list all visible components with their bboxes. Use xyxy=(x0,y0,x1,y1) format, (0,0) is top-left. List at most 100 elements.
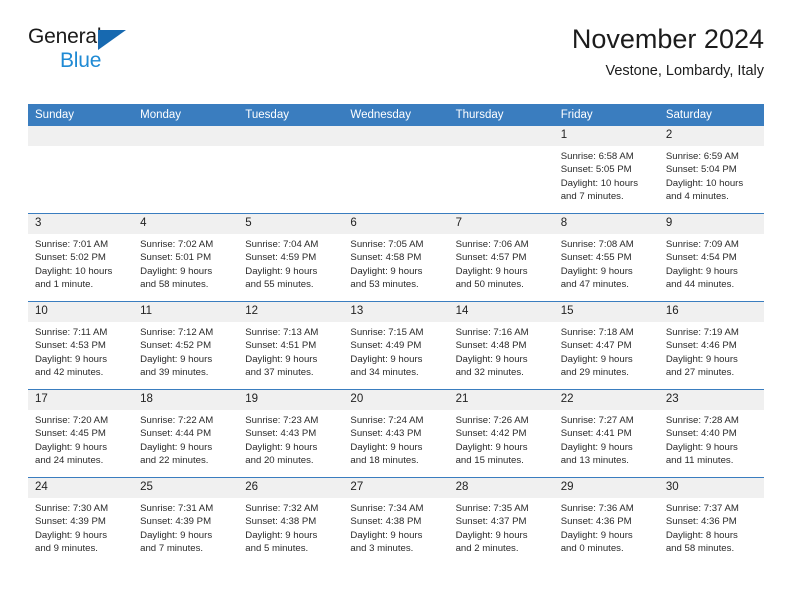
calendar-cell-inner: 7 Sunrise: 7:06 AM Sunset: 4:57 PM Daylight… xyxy=(448,214,554,301)
page-header: General Blue November 2024 Vestone, Lomb… xyxy=(28,24,764,98)
daylight-text-line1: Daylight: 9 hours xyxy=(35,353,107,365)
daylight-text-line2: and 37 minutes. xyxy=(245,367,314,379)
day-number: 27 xyxy=(343,478,449,498)
calendar-day-cell[interactable]: 19 Sunrise: 7:23 AM Sunset: 4:43 PM Dayligh… xyxy=(238,389,344,478)
daylight-text-line2: and 27 minutes. xyxy=(665,367,735,379)
weekday-header-sunday: Sunday xyxy=(28,104,134,126)
daylight-text-line2: and 42 minutes. xyxy=(35,367,104,379)
calendar-cell-inner: 5 Sunrise: 7:04 AM Sunset: 4:59 PM Daylight… xyxy=(238,214,344,301)
calendar-cell-inner: 18 Sunrise: 7:22 AM Sunset: 4:44 PM Dayligh… xyxy=(133,390,239,477)
calendar-day-cell[interactable]: 8 Sunrise: 7:08 AM Sunset: 4:55 PM Daylight… xyxy=(553,213,659,302)
day-details: Sunrise: 6:59 AM Sunset: 5:04 PM Daylight:… xyxy=(659,146,764,204)
day-number: 29 xyxy=(553,478,659,498)
sunset-text: Sunset: 4:47 PM xyxy=(560,340,632,352)
calendar-day-cell[interactable]: 2 Sunrise: 6:59 AM Sunset: 5:04 PM Daylight… xyxy=(658,126,764,214)
calendar-day-cell[interactable]: 24 Sunrise: 7:30 AM Sunset: 4:39 PM Dayligh… xyxy=(28,477,134,565)
calendar-day-cell[interactable]: 27 Sunrise: 7:34 AM Sunset: 4:38 PM Dayligh… xyxy=(343,477,449,565)
sunrise-text: Sunrise: 7:12 AM xyxy=(140,327,214,338)
calendar-day-cell[interactable]: 5 Sunrise: 7:04 AM Sunset: 4:59 PM Daylight… xyxy=(238,213,344,302)
daylight-text-line1: Daylight: 9 hours xyxy=(245,441,318,453)
daylight-text-line2: and 15 minutes. xyxy=(455,455,524,467)
sunset-text: Sunset: 4:44 PM xyxy=(140,428,212,440)
daylight-text-line2: and 50 minutes. xyxy=(455,279,524,291)
calendar-day-cell[interactable]: 14 Sunrise: 7:16 AM Sunset: 4:48 PM Dayligh… xyxy=(448,301,554,390)
calendar-day-cell[interactable]: 3 Sunrise: 7:01 AM Sunset: 5:02 PM Daylight… xyxy=(28,213,134,302)
sunset-text: Sunset: 4:42 PM xyxy=(455,428,527,440)
daylight-text-line1: Daylight: 9 hours xyxy=(140,441,213,453)
day-details: Sunrise: 7:27 AM Sunset: 4:41 PM Daylight:… xyxy=(554,410,659,468)
calendar-cell-inner: 13 Sunrise: 7:15 AM Sunset: 4:49 PM Dayligh… xyxy=(343,302,449,389)
calendar-cell-inner xyxy=(28,126,134,213)
day-details: Sunrise: 7:11 AM Sunset: 4:53 PM Daylight:… xyxy=(28,322,133,380)
calendar-cell-inner: 11 Sunrise: 7:12 AM Sunset: 4:52 PM Dayligh… xyxy=(133,302,239,389)
sunrise-text: Sunrise: 7:05 AM xyxy=(350,239,424,250)
day-number: 7 xyxy=(448,214,554,234)
day-details: Sunrise: 7:08 AM Sunset: 4:55 PM Daylight:… xyxy=(554,234,659,292)
daylight-text-line2: and 4 minutes. xyxy=(665,191,729,203)
sunrise-text: Sunrise: 7:37 AM xyxy=(665,503,739,514)
day-number: 22 xyxy=(553,390,659,410)
day-number: 8 xyxy=(553,214,659,234)
sunrise-text: Sunrise: 7:31 AM xyxy=(140,503,214,514)
calendar-day-cell[interactable]: 17 Sunrise: 7:20 AM Sunset: 4:45 PM Dayligh… xyxy=(28,389,134,478)
day-number: 13 xyxy=(343,302,449,322)
daylight-text-line1: Daylight: 9 hours xyxy=(560,441,633,453)
daylight-text-line2: and 11 minutes. xyxy=(665,455,734,467)
calendar-day-cell[interactable]: 29 Sunrise: 7:36 AM Sunset: 4:36 PM Dayligh… xyxy=(553,477,659,565)
day-number: 26 xyxy=(238,478,344,498)
day-details: Sunrise: 7:09 AM Sunset: 4:54 PM Daylight:… xyxy=(659,234,764,292)
daylight-text-line2: and 1 minute. xyxy=(35,279,94,291)
day-details: Sunrise: 6:58 AM Sunset: 5:05 PM Daylight:… xyxy=(554,146,659,204)
calendar-week-row: 3 Sunrise: 7:01 AM Sunset: 5:02 PM Daylight… xyxy=(28,213,764,302)
calendar-cell-inner: 28 Sunrise: 7:35 AM Sunset: 4:37 PM Dayligh… xyxy=(448,478,554,565)
sunrise-text: Sunrise: 7:34 AM xyxy=(350,503,424,514)
day-number: 24 xyxy=(28,478,134,498)
brand-logo[interactable]: General Blue xyxy=(28,26,288,72)
sunrise-text: Sunrise: 7:02 AM xyxy=(140,239,214,250)
sunset-text: Sunset: 5:05 PM xyxy=(560,164,632,176)
calendar-day-cell[interactable]: 20 Sunrise: 7:24 AM Sunset: 4:43 PM Dayligh… xyxy=(343,389,449,478)
calendar-day-cell[interactable]: 30 Sunrise: 7:37 AM Sunset: 4:36 PM Dayligh… xyxy=(658,477,764,565)
day-details: Sunrise: 7:05 AM Sunset: 4:58 PM Daylight:… xyxy=(343,234,448,292)
daylight-text-line2: and 7 minutes. xyxy=(560,191,624,203)
sunrise-text: Sunrise: 7:04 AM xyxy=(245,239,319,250)
calendar-day-cell[interactable]: 7 Sunrise: 7:06 AM Sunset: 4:57 PM Daylight… xyxy=(448,213,554,302)
calendar-day-cell[interactable]: 22 Sunrise: 7:27 AM Sunset: 4:41 PM Dayligh… xyxy=(553,389,659,478)
daylight-text-line1: Daylight: 9 hours xyxy=(140,353,213,365)
calendar-day-cell[interactable]: 26 Sunrise: 7:32 AM Sunset: 4:38 PM Dayligh… xyxy=(238,477,344,565)
calendar-cell-inner: 25 Sunrise: 7:31 AM Sunset: 4:39 PM Dayligh… xyxy=(133,478,239,565)
calendar-day-cell[interactable]: 23 Sunrise: 7:28 AM Sunset: 4:40 PM Dayligh… xyxy=(658,389,764,478)
sunset-text: Sunset: 4:41 PM xyxy=(560,428,632,440)
calendar-day-cell[interactable]: 12 Sunrise: 7:13 AM Sunset: 4:51 PM Dayligh… xyxy=(238,301,344,390)
day-number: 6 xyxy=(343,214,449,234)
calendar-day-cell[interactable]: 25 Sunrise: 7:31 AM Sunset: 4:39 PM Dayligh… xyxy=(133,477,239,565)
calendar-day-cell[interactable]: 10 Sunrise: 7:11 AM Sunset: 4:53 PM Dayligh… xyxy=(28,301,134,390)
daylight-text-line1: Daylight: 9 hours xyxy=(455,441,528,453)
calendar-day-cell[interactable]: 28 Sunrise: 7:35 AM Sunset: 4:37 PM Dayligh… xyxy=(448,477,554,565)
daylight-text-line2: and 2 minutes. xyxy=(455,543,519,555)
daylight-text-line1: Daylight: 9 hours xyxy=(140,529,213,541)
calendar-cell-empty xyxy=(343,126,449,214)
day-number: 30 xyxy=(658,478,764,498)
day-details: Sunrise: 7:35 AM Sunset: 4:37 PM Daylight:… xyxy=(449,498,554,556)
calendar-day-cell[interactable]: 6 Sunrise: 7:05 AM Sunset: 4:58 PM Daylight… xyxy=(343,213,449,302)
daylight-text-line1: Daylight: 9 hours xyxy=(560,529,633,541)
calendar-day-cell[interactable]: 1 Sunrise: 6:58 AM Sunset: 5:05 PM Daylight… xyxy=(553,126,659,214)
daylight-text-line2: and 18 minutes. xyxy=(350,455,419,467)
calendar-day-cell[interactable]: 16 Sunrise: 7:19 AM Sunset: 4:46 PM Dayligh… xyxy=(658,301,764,390)
calendar-day-cell[interactable]: 9 Sunrise: 7:09 AM Sunset: 4:54 PM Daylight… xyxy=(658,213,764,302)
daylight-text-line1: Daylight: 10 hours xyxy=(665,177,744,189)
calendar-day-cell[interactable]: 18 Sunrise: 7:22 AM Sunset: 4:44 PM Dayligh… xyxy=(133,389,239,478)
calendar-day-cell[interactable]: 11 Sunrise: 7:12 AM Sunset: 4:52 PM Dayligh… xyxy=(133,301,239,390)
daylight-text-line1: Daylight: 9 hours xyxy=(350,265,423,277)
daylight-text-line1: Daylight: 9 hours xyxy=(35,441,107,453)
calendar-week-row: 24 Sunrise: 7:30 AM Sunset: 4:39 PM Dayligh… xyxy=(28,477,764,565)
calendar-day-cell[interactable]: 15 Sunrise: 7:18 AM Sunset: 4:47 PM Dayligh… xyxy=(553,301,659,390)
daylight-text-line1: Daylight: 9 hours xyxy=(140,265,213,277)
calendar-day-cell[interactable]: 13 Sunrise: 7:15 AM Sunset: 4:49 PM Dayligh… xyxy=(343,301,449,390)
daylight-text-line1: Daylight: 9 hours xyxy=(455,353,528,365)
calendar-cell-inner: 23 Sunrise: 7:28 AM Sunset: 4:40 PM Dayligh… xyxy=(658,390,764,477)
calendar-day-cell[interactable]: 4 Sunrise: 7:02 AM Sunset: 5:01 PM Daylight… xyxy=(133,213,239,302)
weekday-header-wednesday: Wednesday xyxy=(343,104,449,126)
calendar-day-cell[interactable]: 21 Sunrise: 7:26 AM Sunset: 4:42 PM Dayligh… xyxy=(448,389,554,478)
